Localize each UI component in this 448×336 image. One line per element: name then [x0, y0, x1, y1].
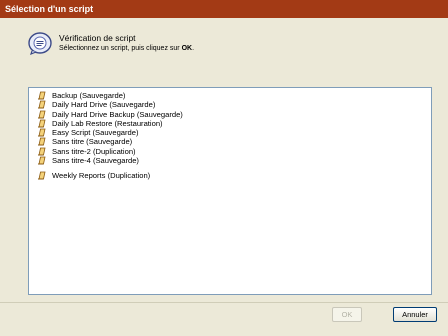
script-icon [38, 100, 46, 109]
script-icon [38, 171, 46, 180]
script-item-label: Daily Hard Drive (Sauvegarde) [52, 100, 156, 110]
header-subtitle-text: Sélectionnez un script, puis cliquez sur [59, 45, 180, 52]
dialog-title: Sélection d'un script [5, 4, 94, 14]
script-item[interactable]: Sans titre-4 (Sauvegarde) [37, 156, 183, 165]
script-icon [38, 147, 46, 156]
header-title: Vérification de script [59, 33, 136, 43]
script-item-label: Sans titre (Sauvegarde) [52, 137, 133, 147]
script-icon [38, 138, 46, 146]
script-list[interactable]: Backup (Sauvegarde) Daily Hard Drive (Sa… [28, 87, 432, 295]
header-subtitle: Sélectionnez un script, puis cliquez sur… [59, 45, 194, 52]
script-item[interactable]: Easy Script (Sauvegarde) [37, 128, 183, 137]
script-item-label: Weekly Reports (Duplication) [52, 171, 151, 181]
script-item[interactable]: Daily Hard Drive Backup (Sauvegarde) [37, 110, 183, 119]
script-item-label: Daily Hard Drive Backup (Sauvegarde) [52, 109, 183, 119]
script-item-label: Daily Lab Restore (Restauration) [52, 118, 163, 128]
script-item[interactable]: Weekly Reports (Duplication) [37, 171, 183, 180]
script-item[interactable]: Backup (Sauvegarde) [37, 91, 183, 100]
script-item[interactable]: Daily Lab Restore (Restauration) [37, 119, 183, 128]
script-icon [38, 119, 46, 128]
header-subtitle-ok: OK [181, 45, 193, 52]
script-icon [38, 110, 46, 119]
footer-divider [0, 302, 448, 303]
script-check-icon [28, 32, 52, 55]
script-item-label: Backup (Sauvegarde) [52, 91, 126, 100]
script-item[interactable]: Sans titre (Sauvegarde) [37, 137, 183, 146]
script-list-items: Backup (Sauvegarde) Daily Hard Drive (Sa… [37, 91, 183, 181]
script-icon [38, 91, 46, 100]
script-item[interactable]: Daily Hard Drive (Sauvegarde) [37, 100, 183, 109]
header-subtitle-end: . [192, 45, 195, 52]
ok-button[interactable]: OK [332, 307, 362, 322]
dialog-header: Vérification de script Sélectionnez un s… [0, 18, 448, 80]
dialog-titlebar[interactable]: Sélection d'un script [0, 0, 448, 18]
script-selection-dialog: Sélection d'un script Vérification de sc… [0, 0, 448, 336]
script-item-label: Sans titre-2 (Duplication) [52, 146, 136, 156]
script-item[interactable]: Sans titre-2 (Duplication) [37, 147, 183, 156]
script-icon [38, 128, 46, 137]
script-item-label: Sans titre-4 (Sauvegarde) [52, 156, 139, 166]
cancel-button[interactable]: Annuler [393, 307, 437, 322]
script-item-label: Easy Script (Sauvegarde) [52, 128, 139, 138]
script-icon [38, 156, 46, 165]
